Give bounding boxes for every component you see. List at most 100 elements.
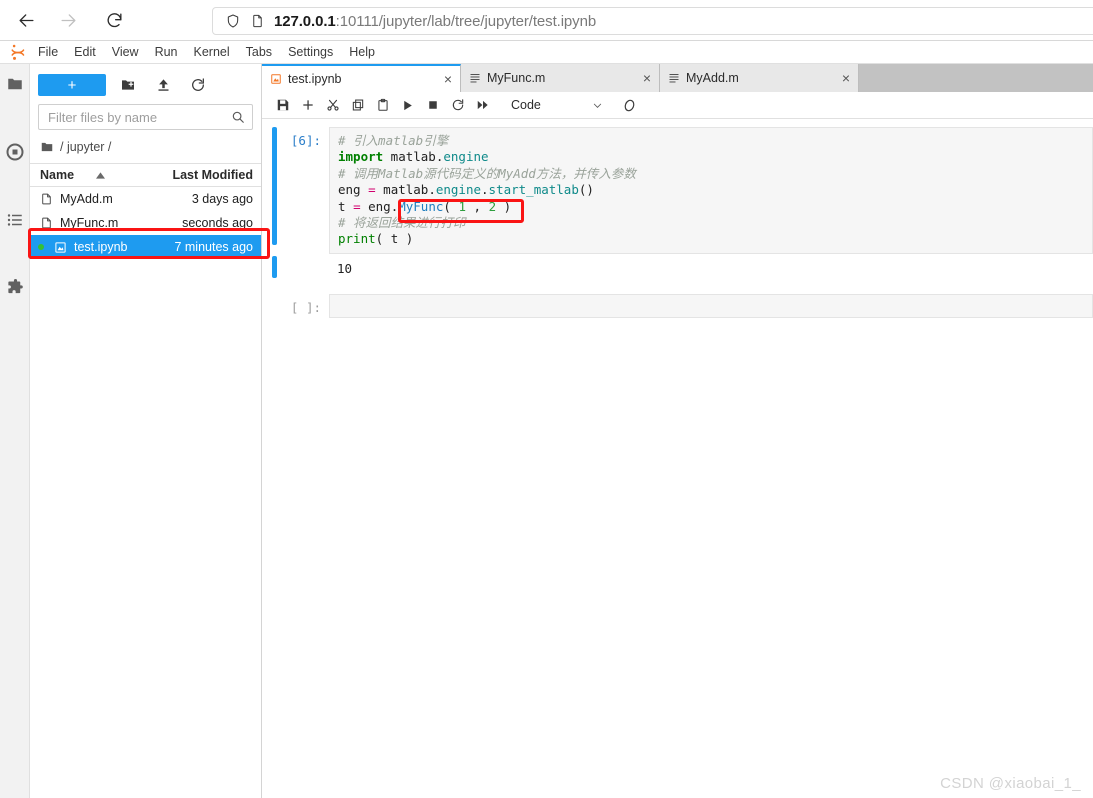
code-token: # 引入matlab引擎	[338, 133, 449, 148]
scissors-icon[interactable]	[320, 93, 345, 118]
code-token: =	[368, 182, 376, 198]
code-token: import	[338, 149, 384, 165]
notebook-file-icon	[54, 241, 67, 254]
play-icon[interactable]	[395, 93, 420, 118]
menu-run[interactable]: Run	[147, 41, 186, 63]
copy-icon[interactable]	[345, 93, 370, 118]
jupyter-menu-bar: File Edit View Run Kernel Tabs Settings …	[0, 41, 1093, 64]
file-name: MyAdd.m	[60, 192, 113, 206]
fast-forward-icon[interactable]	[470, 93, 495, 118]
activity-bar	[0, 64, 30, 798]
refresh-icon[interactable]	[185, 74, 211, 96]
list-item[interactable]: test.ipynb 7 minutes ago	[30, 235, 261, 259]
tab-myadd-m[interactable]: MyAdd.m ×	[660, 64, 859, 92]
list-item[interactable]: MyAdd.m 3 days ago	[30, 187, 261, 211]
code-token: engine	[435, 182, 482, 198]
code-token: MyFunc	[398, 198, 444, 214]
reload-button[interactable]	[98, 4, 130, 36]
file-name-cell: MyFunc.m	[40, 216, 157, 230]
text-file-icon	[40, 192, 53, 206]
stop-square-icon[interactable]	[420, 93, 445, 118]
notebook-toolbar: Code	[262, 92, 1093, 119]
code-token: 1	[458, 198, 466, 214]
tab-label: MyAdd.m	[686, 71, 739, 85]
filter-files-box[interactable]	[38, 104, 253, 130]
running-indicator-dot	[38, 244, 44, 250]
cell-output: 10	[337, 260, 353, 276]
url-text: 127.0.0.1:10111/jupyter/lab/tree/jupyter…	[274, 13, 596, 30]
sort-ascending-icon	[96, 168, 106, 182]
back-button[interactable]	[10, 4, 42, 36]
menu-edit[interactable]: Edit	[66, 41, 104, 63]
tab-label: MyFunc.m	[487, 71, 546, 85]
cell-prompt: [ ]:	[290, 299, 321, 315]
code-token: t	[338, 198, 354, 214]
text-file-icon	[668, 72, 680, 84]
extension-manager-icon[interactable]	[0, 268, 30, 308]
text-file-icon	[469, 72, 481, 84]
code-token: )	[496, 198, 512, 214]
menu-kernel[interactable]: Kernel	[186, 41, 238, 63]
code-editor[interactable]: # 引入matlab引擎 import matlab.engine # 调用Ma…	[329, 127, 1093, 254]
file-modified: 3 days ago	[191, 192, 253, 206]
search-icon	[231, 110, 245, 124]
menu-file[interactable]: File	[30, 41, 66, 63]
menu-settings[interactable]: Settings	[280, 41, 341, 63]
menu-help[interactable]: Help	[341, 41, 383, 63]
restart-icon[interactable]	[445, 93, 470, 118]
new-folder-icon[interactable]	[115, 74, 141, 96]
running-terminals-icon[interactable]	[0, 132, 30, 172]
new-launcher-button[interactable]: +	[38, 73, 106, 96]
code-token: eng	[360, 198, 391, 214]
file-name: test.ipynb	[74, 240, 128, 254]
search-input[interactable]	[46, 108, 231, 126]
file-name-cell: MyAdd.m	[40, 192, 157, 206]
commands-list-icon[interactable]	[0, 200, 30, 240]
code-token: ()	[578, 182, 594, 198]
code-token: engine	[443, 149, 489, 165]
notebook-cell[interactable]: [6]: # 引入matlab引擎 import matlab.engine #…	[262, 127, 1093, 254]
cell-type-select[interactable]: Code	[507, 95, 607, 116]
url-path: :10111/jupyter/lab/tree/jupyter/test.ipy…	[335, 12, 597, 30]
code-token: 2	[488, 198, 497, 214]
save-icon[interactable]	[270, 93, 295, 118]
code-token: # 将返回结果进行打印	[338, 215, 466, 231]
folder-icon	[40, 140, 54, 154]
file-browser-icon[interactable]	[0, 64, 30, 104]
code-token: print	[338, 231, 376, 247]
address-bar[interactable]: 127.0.0.1:10111/jupyter/lab/tree/jupyter…	[212, 7, 1093, 35]
file-name-cell: test.ipynb	[54, 240, 157, 254]
notebook-cell[interactable]: [ ]:	[262, 293, 1093, 318]
close-icon[interactable]: ×	[842, 71, 850, 85]
code-token: (	[443, 198, 459, 214]
code-token: eng	[338, 182, 369, 198]
code-editor[interactable]	[329, 293, 1093, 318]
close-icon[interactable]: ×	[643, 71, 651, 85]
clipboard-icon[interactable]	[370, 93, 395, 118]
code-token: start_matlab	[488, 182, 579, 198]
tab-test-ipynb[interactable]: test.ipynb ×	[262, 64, 461, 92]
file-browser-sidebar: + / jupyter / Name	[30, 64, 262, 798]
watermark-text: CSDN @xiaobai_1_	[940, 775, 1081, 792]
breadcrumb[interactable]: / jupyter /	[40, 136, 261, 158]
column-header-name[interactable]: Name	[30, 168, 157, 182]
tab-label: test.ipynb	[288, 72, 342, 86]
notebook-file-icon	[270, 73, 282, 85]
list-item[interactable]: MyFunc.m seconds ago	[30, 211, 261, 235]
menu-view[interactable]: View	[104, 41, 147, 63]
upload-icon[interactable]	[150, 74, 176, 96]
menu-tabs[interactable]: Tabs	[238, 41, 280, 63]
kernel-idle-circle-icon[interactable]	[617, 93, 641, 117]
plus-icon[interactable]	[295, 93, 320, 118]
code-token: ( t )	[375, 231, 414, 247]
breadcrumb-path: / jupyter /	[60, 140, 112, 154]
file-browser-toolbar: +	[30, 64, 261, 100]
code-token: =	[353, 198, 361, 214]
forward-button[interactable]	[52, 4, 84, 36]
close-icon[interactable]: ×	[444, 72, 452, 86]
column-header-last-modified[interactable]: Last Modified	[157, 168, 261, 182]
tab-myfunc-m[interactable]: MyFunc.m ×	[461, 64, 660, 92]
shield-icon	[225, 13, 241, 29]
code-token: # 调用Matlab源代码定义的MyAdd方法，并传入参数	[338, 165, 636, 181]
notebook-panel: test.ipynb × MyFunc.m × MyAdd.m × Code […	[262, 64, 1093, 798]
